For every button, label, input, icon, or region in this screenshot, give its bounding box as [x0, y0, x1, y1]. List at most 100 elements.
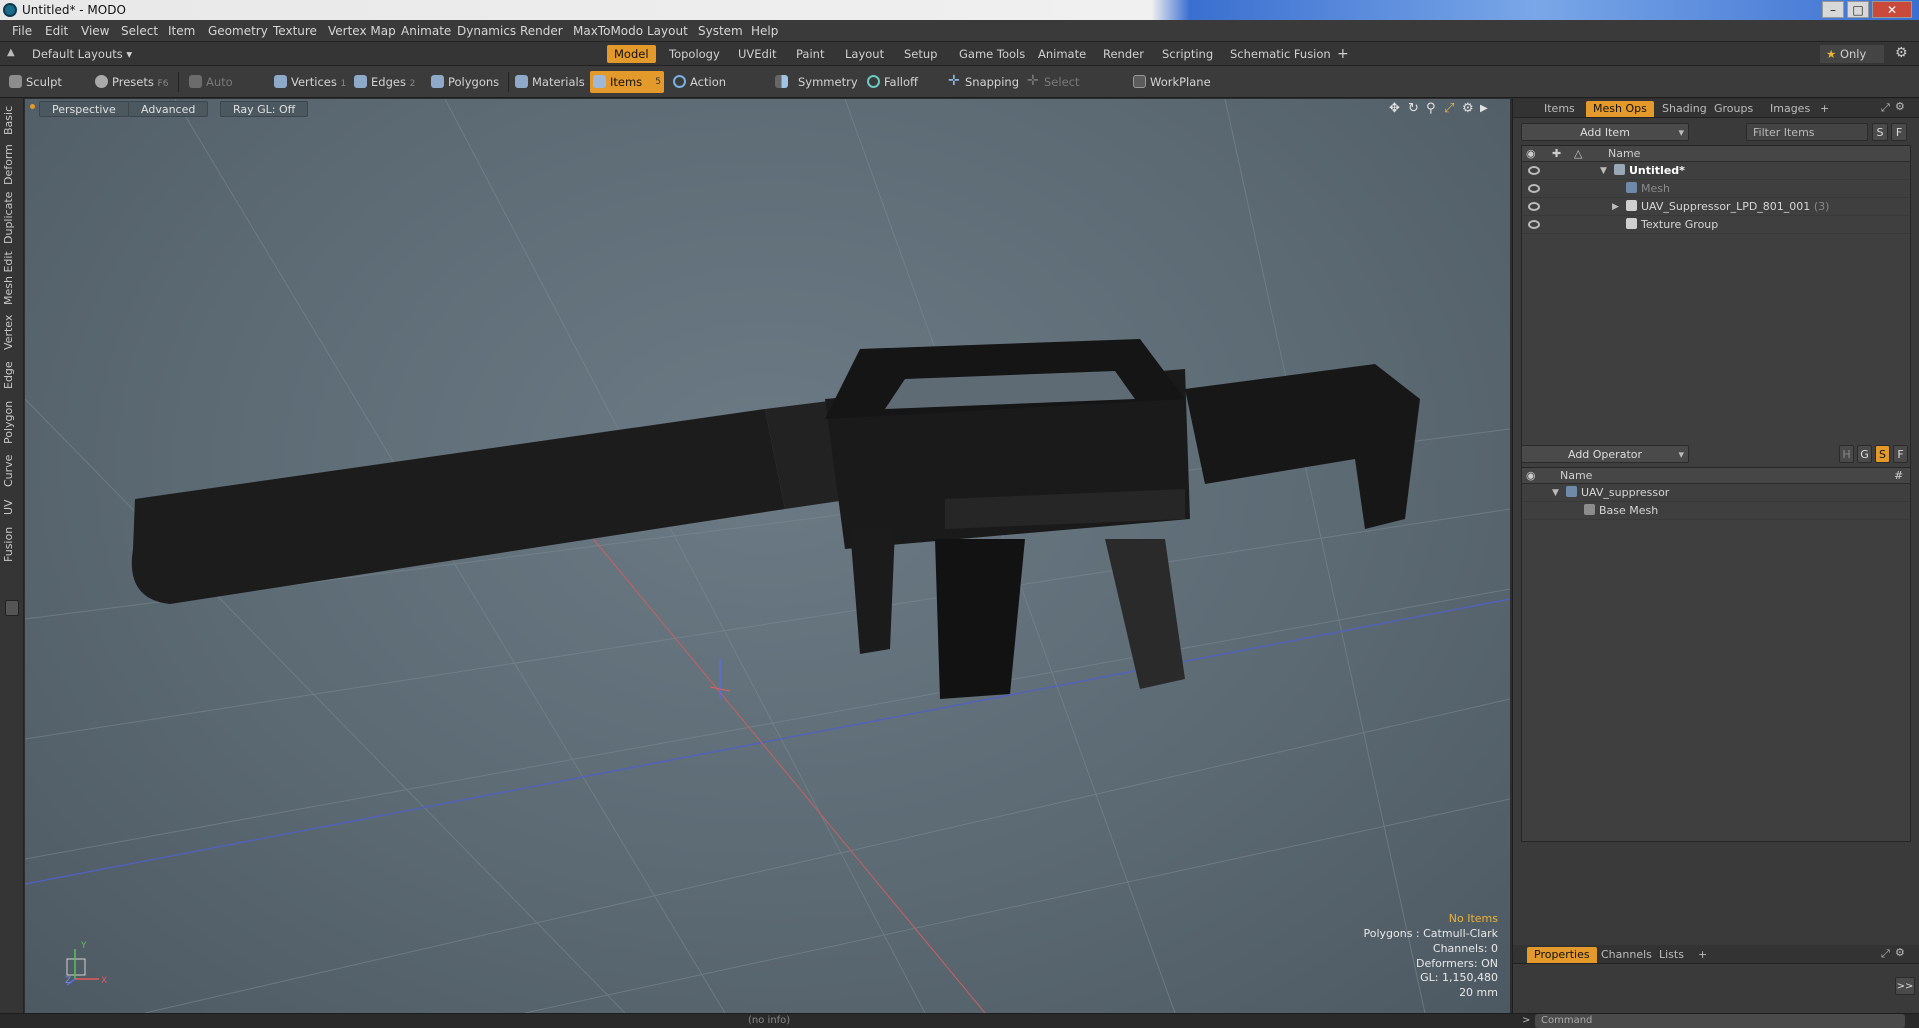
- tab-shading[interactable]: Shading: [1655, 101, 1714, 117]
- auto-select-button[interactable]: Auto Select: [186, 71, 266, 111]
- tree-row-texture-group[interactable]: Texture Group: [1522, 216, 1910, 234]
- eye-icon[interactable]: [1528, 202, 1540, 211]
- shading-advanced-button[interactable]: Advanced: [128, 101, 209, 117]
- command-input[interactable]: Command: [1535, 1014, 1905, 1028]
- gear-icon[interactable]: ⚙: [1895, 45, 1908, 61]
- tab-groups[interactable]: Groups: [1707, 101, 1760, 117]
- h-button[interactable]: H: [1839, 445, 1854, 463]
- layout-selector[interactable]: Default Layouts ▾: [32, 45, 132, 63]
- menu-system[interactable]: System: [698, 24, 743, 38]
- eye-icon[interactable]: [1528, 184, 1540, 193]
- g-button[interactable]: G: [1857, 445, 1872, 463]
- add-panel-tab-button[interactable]: +: [1813, 101, 1836, 117]
- tab-topology[interactable]: Topology: [662, 45, 727, 63]
- menu-item[interactable]: Item: [168, 24, 195, 38]
- vtab-duplicate[interactable]: Duplicate: [2, 192, 22, 244]
- falloff-button[interactable]: Falloff: [864, 71, 940, 93]
- eye-icon[interactable]: [1528, 220, 1540, 229]
- menu-geometry[interactable]: Geometry: [208, 24, 268, 38]
- tab-channels[interactable]: Channels: [1594, 947, 1659, 963]
- s-filter-button[interactable]: S: [1872, 123, 1888, 141]
- snapping-button[interactable]: ✛ Snapping: [945, 71, 1027, 93]
- add-operator-button[interactable]: Add Operator ▾: [1521, 445, 1689, 463]
- rotate-view-icon[interactable]: ↻: [1408, 101, 1419, 116]
- raygl-toggle[interactable]: Ray GL: Off: [220, 101, 309, 117]
- tab-render[interactable]: Render: [1096, 45, 1151, 63]
- menu-render[interactable]: Render: [520, 24, 563, 38]
- tab-scripting[interactable]: Scripting: [1155, 45, 1220, 63]
- close-button[interactable]: ✕: [1872, 1, 1912, 18]
- tree-row-uav-suppressor[interactable]: ▶ UAV_Suppressor_LPD_801_001 (3): [1522, 198, 1910, 216]
- menu-edit[interactable]: Edit: [45, 24, 68, 38]
- tab-setup[interactable]: Setup: [897, 45, 944, 63]
- menu-texture[interactable]: Texture: [273, 24, 317, 38]
- sculpt-button[interactable]: Sculpt: [6, 71, 88, 93]
- s-button[interactable]: S: [1875, 445, 1890, 463]
- eye-icon[interactable]: [1528, 166, 1540, 175]
- operator-row-base-mesh[interactable]: Base Mesh: [1522, 502, 1910, 520]
- minimize-button[interactable]: –: [1822, 1, 1844, 18]
- menu-help[interactable]: Help: [751, 24, 778, 38]
- select-through-button[interactable]: ✛Select Through: [1024, 71, 1118, 111]
- tab-properties[interactable]: Properties: [1527, 947, 1597, 963]
- materials-button[interactable]: Materials: [512, 71, 588, 93]
- strip-toggle-button[interactable]: [5, 600, 19, 616]
- vtab-mesh-edit[interactable]: Mesh Edit: [2, 250, 22, 306]
- view-perspective-button[interactable]: Perspective: [39, 101, 129, 117]
- add-properties-tab-button[interactable]: +: [1691, 947, 1714, 963]
- panel-gear-icon[interactable]: ⚙: [1895, 946, 1905, 959]
- f-button[interactable]: F: [1893, 445, 1908, 463]
- presets-button[interactable]: Presets F6: [92, 71, 170, 93]
- viewport-gear-icon[interactable]: ⚙: [1462, 101, 1474, 116]
- maximize-button[interactable]: □: [1847, 1, 1869, 18]
- menu-layout[interactable]: Layout: [647, 24, 688, 38]
- menu-vertex-map[interactable]: Vertex Map: [328, 24, 396, 38]
- tab-paint[interactable]: Paint: [789, 45, 831, 63]
- tab-mesh-ops[interactable]: Mesh Ops: [1586, 101, 1654, 117]
- fit-view-icon[interactable]: ⤢: [1444, 101, 1454, 116]
- tab-game-tools[interactable]: Game Tools: [952, 45, 1032, 63]
- tab-model[interactable]: Model: [607, 45, 656, 63]
- menu-animate[interactable]: Animate: [401, 24, 451, 38]
- vtab-polygon[interactable]: Polygon: [2, 398, 22, 446]
- add-tab-button[interactable]: +: [1330, 45, 1356, 63]
- tab-layout[interactable]: Layout: [838, 45, 891, 63]
- filter-items-input[interactable]: Filter Items: [1746, 123, 1868, 141]
- f-filter-button[interactable]: F: [1891, 123, 1907, 141]
- panel-gear-icon[interactable]: ⚙: [1895, 100, 1905, 113]
- viewport-expand-icon[interactable]: ▶: [1480, 103, 1488, 114]
- items-button[interactable]: Items 5: [590, 71, 664, 93]
- expand-properties-button[interactable]: >>: [1895, 977, 1915, 995]
- panel-maximize-icon[interactable]: ⤢: [1881, 101, 1890, 115]
- tab-lists[interactable]: Lists: [1652, 947, 1691, 963]
- menu-view[interactable]: View: [81, 24, 109, 38]
- only-toggle[interactable]: ★ Only: [1820, 45, 1885, 63]
- zoom-view-icon[interactable]: ⚲: [1426, 101, 1436, 116]
- vertices-button[interactable]: Vertices 1: [271, 71, 349, 93]
- tab-images[interactable]: Images: [1763, 101, 1817, 117]
- 3d-viewport[interactable]: Perspective Advanced Ray GL: Off ✥ ↻ ⚲ ⤢…: [25, 99, 1510, 1013]
- tab-animate[interactable]: Animate: [1031, 45, 1093, 63]
- action-center-button[interactable]: Action Center: [670, 71, 766, 111]
- name-column-header[interactable]: Name: [1608, 146, 1640, 162]
- vtab-deform[interactable]: Deform: [2, 144, 22, 186]
- edges-button[interactable]: Edges 2: [351, 71, 425, 93]
- expand-arrow-icon[interactable]: ▶: [1612, 198, 1619, 216]
- vtab-basic[interactable]: Basic: [2, 102, 22, 138]
- vtab-vertex[interactable]: Vertex: [2, 312, 22, 352]
- tab-uvedit[interactable]: UVEdit: [731, 45, 784, 63]
- menu-select[interactable]: Select: [121, 24, 158, 38]
- tree-row-mesh[interactable]: Mesh: [1522, 180, 1910, 198]
- collapse-arrow-icon[interactable]: ▼: [1600, 162, 1607, 180]
- move-view-icon[interactable]: ✥: [1389, 101, 1400, 116]
- tree-row-untitled[interactable]: ▼ Untitled*: [1522, 162, 1910, 180]
- collapse-arrow-icon[interactable]: ▼: [1552, 484, 1559, 502]
- vtab-edge[interactable]: Edge: [2, 358, 22, 392]
- menu-maxtomodo[interactable]: MaxToModo: [573, 24, 643, 38]
- vtab-uv[interactable]: UV: [2, 496, 22, 518]
- panel-maximize-icon[interactable]: ⤢: [1881, 947, 1890, 961]
- workplane-button[interactable]: WorkPlane: [1130, 71, 1211, 93]
- layout-grip-icon[interactable]: ▲: [7, 47, 15, 58]
- menu-file[interactable]: File: [12, 24, 32, 38]
- vtab-curve[interactable]: Curve: [2, 452, 22, 490]
